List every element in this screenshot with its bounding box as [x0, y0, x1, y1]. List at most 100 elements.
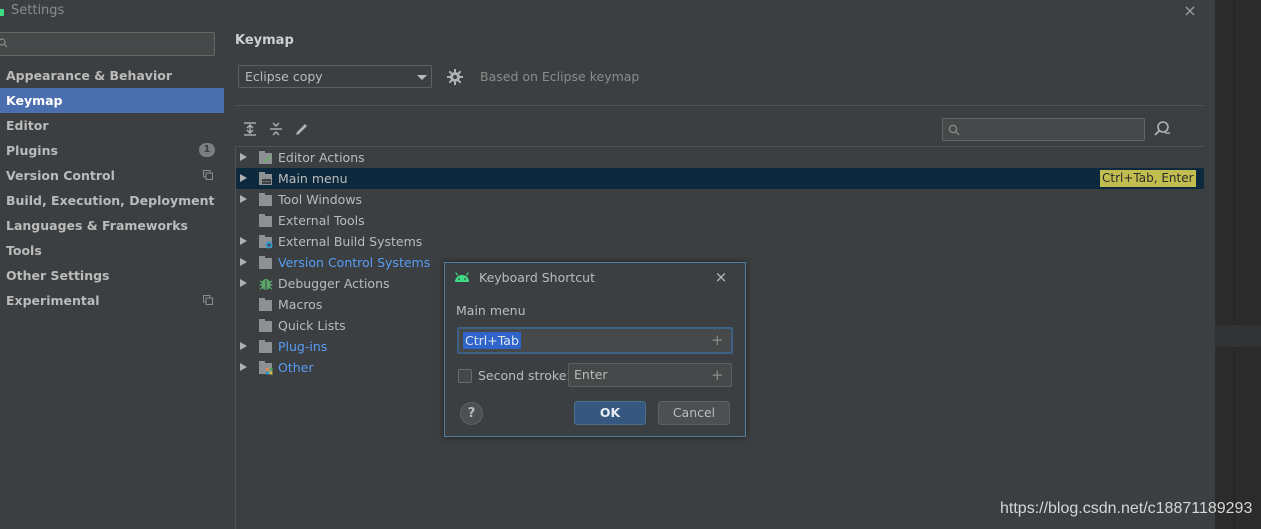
chevron-down-icon	[417, 75, 427, 80]
expand-arrow-icon[interactable]	[240, 153, 247, 161]
tree-row-label: Editor Actions	[278, 150, 365, 165]
add-stroke-icon[interactable]: +	[711, 333, 724, 348]
nav-item-build-execution-deployment[interactable]: Build, Execution, Deployment	[0, 188, 224, 213]
folder-icon	[259, 298, 272, 311]
other-icon	[259, 361, 273, 375]
divider	[1234, 0, 1235, 529]
expand-all-icon[interactable]	[242, 121, 258, 137]
expand-arrow-icon[interactable]	[240, 342, 247, 350]
tree-row-main-menu[interactable]: Main menu Ctrl+Tab, Enter	[236, 168, 1204, 189]
android-icon	[0, 9, 4, 16]
action-name-label: Main menu	[456, 303, 526, 318]
copy-icon	[203, 170, 213, 180]
search-icon	[0, 38, 8, 48]
expand-arrow-icon[interactable]	[240, 195, 247, 203]
dialog-title: Keyboard Shortcut	[479, 270, 595, 285]
collapse-all-icon[interactable]	[268, 121, 284, 137]
nav-item-label: Languages & Frameworks	[6, 218, 188, 233]
expand-arrow-icon[interactable]	[240, 258, 247, 266]
nav-item-label: Plugins	[6, 143, 58, 158]
dialog-header: Keyboard Shortcut ×	[445, 263, 745, 293]
expand-arrow-icon[interactable]	[240, 174, 247, 182]
settings-search-input[interactable]	[0, 32, 215, 56]
nav-item-label: Other Settings	[6, 268, 110, 283]
nav-item-label: Keymap	[6, 93, 63, 108]
expand-arrow-icon[interactable]	[240, 237, 247, 245]
nav-item-editor[interactable]: Editor	[0, 113, 224, 138]
page-title: Keymap	[235, 33, 294, 48]
tree-row-label: Macros	[278, 297, 323, 312]
title-bar: Settings ×	[0, 0, 1215, 24]
second-stroke-label: Second stroke:	[478, 368, 571, 383]
nav-item-appearance-behavior[interactable]: Appearance & Behavior	[0, 63, 224, 88]
nav-item-languages-frameworks[interactable]: Languages & Frameworks	[0, 213, 224, 238]
tree-row-external-build-systems[interactable]: External Build Systems	[236, 231, 1204, 252]
second-stroke-checkbox[interactable]	[458, 369, 472, 383]
current-line-highlight	[1215, 325, 1261, 347]
based-on-label: Based on Eclipse keymap	[480, 69, 640, 84]
nav-item-tools[interactable]: Tools	[0, 238, 224, 263]
nav-item-keymap[interactable]: Keymap	[0, 88, 224, 113]
nav-item-experimental[interactable]: Experimental	[0, 288, 224, 313]
second-stroke-value: Enter	[574, 367, 608, 382]
edit-icon[interactable]	[294, 121, 310, 137]
tree-row-label: External Build Systems	[278, 234, 423, 249]
tree-row-label: Tool Windows	[278, 192, 363, 207]
nav-item-label: Tools	[6, 243, 42, 258]
ok-button[interactable]: OK	[574, 401, 646, 425]
close-icon[interactable]: ×	[714, 269, 728, 285]
editor-actions-icon	[259, 151, 272, 164]
folder-icon	[259, 256, 272, 269]
tree-row-label: Version Control Systems	[278, 255, 431, 270]
bug-icon	[259, 279, 273, 290]
keyboard-shortcut-dialog: Keyboard Shortcut × Main menu Ctrl+Tab +…	[444, 262, 746, 437]
close-icon[interactable]: ×	[1181, 2, 1199, 20]
cancel-button[interactable]: Cancel	[658, 401, 730, 425]
divider	[235, 105, 1204, 106]
keymap-scheme-select[interactable]: Eclipse copy	[238, 65, 432, 88]
tree-row-tool-windows[interactable]: Tool Windows	[236, 189, 1204, 210]
tree-row-label: Quick Lists	[278, 318, 346, 333]
expand-arrow-icon[interactable]	[240, 279, 247, 287]
tree-row-label: Plug-ins	[278, 339, 328, 354]
shortcut-badge: Ctrl+Tab, Enter	[1100, 170, 1196, 187]
second-stroke-field[interactable]: Enter +	[568, 363, 732, 387]
first-stroke-field[interactable]: Ctrl+Tab +	[457, 327, 733, 354]
tree-row-external-tools[interactable]: External Tools	[236, 210, 1204, 231]
folder-icon	[259, 214, 272, 227]
tree-row-label: Other	[278, 360, 314, 375]
nav-item-label: Build, Execution, Deployment	[6, 193, 215, 208]
nav-item-other-settings[interactable]: Other Settings	[0, 263, 224, 288]
nav-item-label: Editor	[6, 118, 49, 133]
nav-item-version-control[interactable]: Version Control	[0, 163, 224, 188]
gear-icon[interactable]	[446, 68, 464, 86]
expand-arrow-icon[interactable]	[240, 363, 247, 371]
background-editor-strip	[1215, 0, 1261, 529]
copy-icon	[203, 295, 213, 305]
nav-item-label: Experimental	[6, 293, 100, 308]
folder-icon	[259, 319, 272, 332]
nav-item-label: Version Control	[6, 168, 115, 183]
find-by-shortcut-icon[interactable]	[1153, 120, 1173, 138]
window-title: Settings	[11, 3, 65, 18]
search-icon	[948, 124, 960, 136]
keymap-filter-input[interactable]	[942, 118, 1145, 141]
add-stroke-icon[interactable]: +	[711, 368, 724, 383]
nav-item-plugins[interactable]: Plugins 1	[0, 138, 224, 163]
keymap-scheme-value: Eclipse copy	[245, 69, 323, 84]
watermark-url: https://blog.csdn.net/c18871189293	[1000, 500, 1253, 517]
first-stroke-value: Ctrl+Tab	[463, 332, 521, 349]
update-count-badge: 1	[199, 143, 215, 157]
folder-icon	[259, 193, 272, 206]
nav-item-label: Appearance & Behavior	[6, 68, 172, 83]
tree-row-editor-actions[interactable]: Editor Actions	[236, 147, 1204, 168]
tree-row-label: Main menu	[278, 171, 348, 186]
settings-nav: Appearance & Behavior Keymap Editor Plug…	[0, 63, 224, 313]
folder-icon	[259, 340, 272, 353]
settings-sidebar: Appearance & Behavior Keymap Editor Plug…	[0, 24, 224, 529]
main-menu-icon	[259, 172, 272, 185]
tree-row-label: External Tools	[278, 213, 365, 228]
android-icon	[455, 272, 469, 282]
help-button[interactable]: ?	[460, 402, 483, 425]
build-systems-icon	[259, 235, 273, 249]
